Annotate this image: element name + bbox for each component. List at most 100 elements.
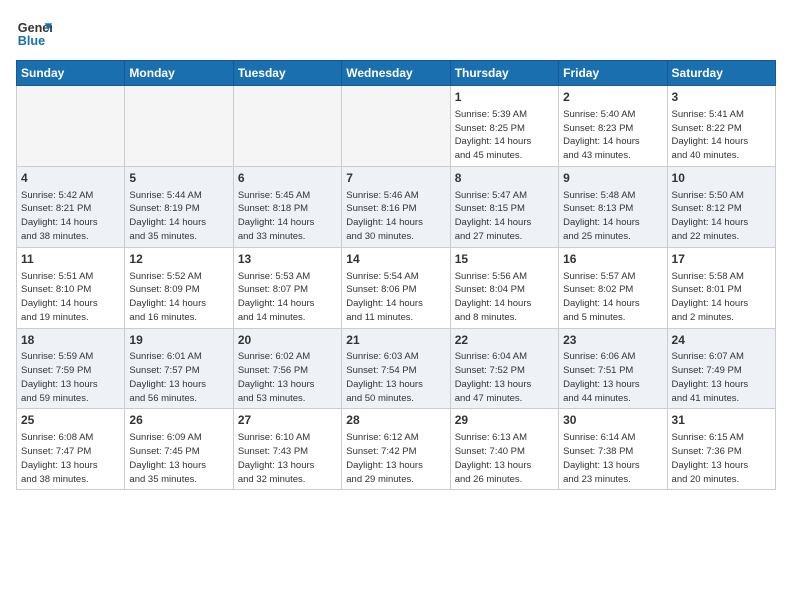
day-number: 25: [21, 412, 120, 429]
day-info: Sunrise: 6:15 AM Sunset: 7:36 PM Dayligh…: [672, 431, 771, 486]
calendar-day-cell: 23Sunrise: 6:06 AM Sunset: 7:51 PM Dayli…: [559, 328, 667, 409]
day-number: 4: [21, 170, 120, 187]
day-info: Sunrise: 6:06 AM Sunset: 7:51 PM Dayligh…: [563, 350, 662, 405]
calendar-day-cell: 7 Sunrise: 5:46 AM Sunset: 8:16 PM Daylig…: [342, 166, 450, 247]
day-info: Sunrise: 5:51 AM Sunset: 8:10 PM Dayligh…: [21, 270, 120, 325]
calendar-day-cell: 15 Sunrise: 5:56 AM Sunset: 8:04 PM Dayli…: [450, 247, 558, 328]
calendar-day-cell: 26 Sunrise: 6:09 AM Sunset: 7:45 PM Dayli…: [125, 409, 233, 490]
day-info: Sunrise: 5:48 AM Sunset: 8:13 PM Dayligh…: [563, 189, 662, 244]
logo-icon: General Blue: [16, 16, 52, 52]
day-info: Sunrise: 5:47 AM Sunset: 8:15 PM Dayligh…: [455, 189, 554, 244]
day-number: 30: [563, 412, 662, 429]
svg-text:Blue: Blue: [18, 34, 45, 48]
day-number: 20: [238, 332, 337, 349]
calendar-day-cell: 21Sunrise: 6:03 AM Sunset: 7:54 PM Dayli…: [342, 328, 450, 409]
calendar-day-cell: 28 Sunrise: 6:12 AM Sunset: 7:42 PM Dayli…: [342, 409, 450, 490]
day-info: Sunrise: 5:46 AM Sunset: 8:16 PM Dayligh…: [346, 189, 445, 244]
day-number: 10: [672, 170, 771, 187]
calendar-day-cell: 4 Sunrise: 5:42 AM Sunset: 8:21 PM Daylig…: [17, 166, 125, 247]
calendar-day-cell: 27 Sunrise: 6:10 AM Sunset: 7:43 PM Dayli…: [233, 409, 341, 490]
day-number: 19: [129, 332, 228, 349]
day-info: Sunrise: 6:14 AM Sunset: 7:38 PM Dayligh…: [563, 431, 662, 486]
calendar-day-cell: 12 Sunrise: 5:52 AM Sunset: 8:09 PM Dayli…: [125, 247, 233, 328]
calendar-day-cell: 17Sunrise: 5:58 AM Sunset: 8:01 PM Dayli…: [667, 247, 775, 328]
day-number: 22: [455, 332, 554, 349]
calendar-day-cell: 2Sunrise: 5:40 AM Sunset: 8:23 PM Daylig…: [559, 86, 667, 167]
calendar-day-cell: 24Sunrise: 6:07 AM Sunset: 7:49 PM Dayli…: [667, 328, 775, 409]
day-info: Sunrise: 6:01 AM Sunset: 7:57 PM Dayligh…: [129, 350, 228, 405]
day-info: Sunrise: 6:07 AM Sunset: 7:49 PM Dayligh…: [672, 350, 771, 405]
day-number: 5: [129, 170, 228, 187]
day-number: 15: [455, 251, 554, 268]
calendar-week-row: 1 Sunrise: 5:39 AM Sunset: 8:25 PM Daylig…: [17, 86, 776, 167]
day-number: 24: [672, 332, 771, 349]
day-info: Sunrise: 6:09 AM Sunset: 7:45 PM Dayligh…: [129, 431, 228, 486]
day-number: 21: [346, 332, 445, 349]
day-info: Sunrise: 5:45 AM Sunset: 8:18 PM Dayligh…: [238, 189, 337, 244]
day-number: 27: [238, 412, 337, 429]
day-number: 12: [129, 251, 228, 268]
day-info: Sunrise: 6:12 AM Sunset: 7:42 PM Dayligh…: [346, 431, 445, 486]
day-number: 1: [455, 89, 554, 106]
calendar-day-cell: 19Sunrise: 6:01 AM Sunset: 7:57 PM Dayli…: [125, 328, 233, 409]
day-info: Sunrise: 5:41 AM Sunset: 8:22 PM Dayligh…: [672, 108, 771, 163]
weekday-header: Wednesday: [342, 61, 450, 86]
calendar-day-cell: 9 Sunrise: 5:48 AM Sunset: 8:13 PM Daylig…: [559, 166, 667, 247]
weekday-header: Saturday: [667, 61, 775, 86]
day-info: Sunrise: 5:56 AM Sunset: 8:04 PM Dayligh…: [455, 270, 554, 325]
calendar-day-cell: 16 Sunrise: 5:57 AM Sunset: 8:02 PM Dayli…: [559, 247, 667, 328]
day-info: Sunrise: 6:03 AM Sunset: 7:54 PM Dayligh…: [346, 350, 445, 405]
day-number: 23: [563, 332, 662, 349]
day-info: Sunrise: 5:52 AM Sunset: 8:09 PM Dayligh…: [129, 270, 228, 325]
calendar-day-cell: 25 Sunrise: 6:08 AM Sunset: 7:47 PM Dayli…: [17, 409, 125, 490]
calendar-day-cell: [233, 86, 341, 167]
day-number: 26: [129, 412, 228, 429]
day-number: 8: [455, 170, 554, 187]
calendar-day-cell: 10 Sunrise: 5:50 AM Sunset: 8:12 PM Dayli…: [667, 166, 775, 247]
page-header: General Blue: [16, 16, 776, 52]
calendar-day-cell: 31 Sunrise: 6:15 AM Sunset: 7:36 PM Dayli…: [667, 409, 775, 490]
day-info: Sunrise: 5:39 AM Sunset: 8:25 PM Dayligh…: [455, 108, 554, 163]
calendar-day-cell: 3 Sunrise: 5:41 AM Sunset: 8:22 PM Daylig…: [667, 86, 775, 167]
day-number: 7: [346, 170, 445, 187]
day-number: 31: [672, 412, 771, 429]
logo: General Blue: [16, 16, 60, 52]
calendar-day-cell: 30 Sunrise: 6:14 AM Sunset: 7:38 PM Dayli…: [559, 409, 667, 490]
calendar-day-cell: [342, 86, 450, 167]
calendar-header-row: SundayMondayTuesdayWednesdayThursdayFrid…: [17, 61, 776, 86]
day-number: 14: [346, 251, 445, 268]
calendar-week-row: 18Sunrise: 5:59 AM Sunset: 7:59 PM Dayli…: [17, 328, 776, 409]
day-info: Sunrise: 5:59 AM Sunset: 7:59 PM Dayligh…: [21, 350, 120, 405]
day-number: 2: [563, 89, 662, 106]
day-info: Sunrise: 6:13 AM Sunset: 7:40 PM Dayligh…: [455, 431, 554, 486]
day-number: 3: [672, 89, 771, 106]
day-number: 28: [346, 412, 445, 429]
calendar-day-cell: 5 Sunrise: 5:44 AM Sunset: 8:19 PM Daylig…: [125, 166, 233, 247]
day-number: 6: [238, 170, 337, 187]
calendar-day-cell: 1 Sunrise: 5:39 AM Sunset: 8:25 PM Daylig…: [450, 86, 558, 167]
weekday-header: Tuesday: [233, 61, 341, 86]
calendar-week-row: 4 Sunrise: 5:42 AM Sunset: 8:21 PM Daylig…: [17, 166, 776, 247]
calendar-day-cell: 18Sunrise: 5:59 AM Sunset: 7:59 PM Dayli…: [17, 328, 125, 409]
day-info: Sunrise: 5:44 AM Sunset: 8:19 PM Dayligh…: [129, 189, 228, 244]
day-info: Sunrise: 5:57 AM Sunset: 8:02 PM Dayligh…: [563, 270, 662, 325]
day-info: Sunrise: 5:42 AM Sunset: 8:21 PM Dayligh…: [21, 189, 120, 244]
calendar-day-cell: 6 Sunrise: 5:45 AM Sunset: 8:18 PM Daylig…: [233, 166, 341, 247]
weekday-header: Friday: [559, 61, 667, 86]
day-info: Sunrise: 6:10 AM Sunset: 7:43 PM Dayligh…: [238, 431, 337, 486]
day-number: 16: [563, 251, 662, 268]
day-info: Sunrise: 5:54 AM Sunset: 8:06 PM Dayligh…: [346, 270, 445, 325]
day-info: Sunrise: 6:04 AM Sunset: 7:52 PM Dayligh…: [455, 350, 554, 405]
day-info: Sunrise: 5:50 AM Sunset: 8:12 PM Dayligh…: [672, 189, 771, 244]
day-number: 11: [21, 251, 120, 268]
day-number: 9: [563, 170, 662, 187]
weekday-header: Sunday: [17, 61, 125, 86]
calendar-table: SundayMondayTuesdayWednesdayThursdayFrid…: [16, 60, 776, 490]
calendar-day-cell: [17, 86, 125, 167]
weekday-header: Thursday: [450, 61, 558, 86]
day-number: 18: [21, 332, 120, 349]
day-number: 29: [455, 412, 554, 429]
day-number: 17: [672, 251, 771, 268]
calendar-day-cell: 14 Sunrise: 5:54 AM Sunset: 8:06 PM Dayli…: [342, 247, 450, 328]
day-info: Sunrise: 6:08 AM Sunset: 7:47 PM Dayligh…: [21, 431, 120, 486]
